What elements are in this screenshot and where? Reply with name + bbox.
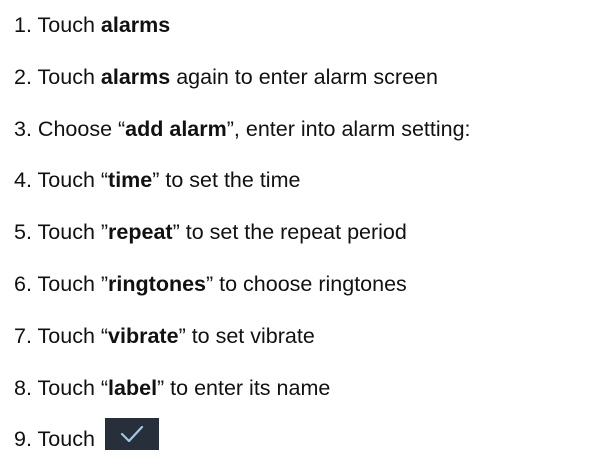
step-text-tail: ” to choose ringtones [206, 271, 407, 296]
step-text: Touch [37, 13, 101, 37]
step-text-tail: ” to set the repeat period [172, 220, 407, 245]
step-number: 4. [14, 168, 32, 193]
step-number: 3. [14, 116, 32, 141]
step-keyword: alarms [100, 13, 171, 37]
step-text-tail: ” to set vibrate [178, 323, 315, 348]
step-keyword: label [108, 375, 158, 400]
step-9: 9. Touch [14, 414, 604, 466]
step-text: Touch [37, 64, 101, 89]
step-number: 6. [14, 271, 32, 296]
step-4: 4. Touch “time” to set the time [14, 155, 604, 207]
step-number: 1. [14, 13, 32, 37]
step-number: 9. [14, 427, 32, 452]
step-1: 1. Touch alarms [14, 0, 604, 52]
step-text: Touch “ [37, 375, 109, 400]
checkmark-icon [104, 418, 159, 451]
step-number: 8. [14, 375, 32, 400]
step-text-tail: again to enter alarm screen [170, 64, 438, 89]
step-keyword: repeat [108, 220, 173, 245]
step-keyword: ringtones [108, 271, 206, 296]
instruction-list: 1. Touch alarms 2. Touch alarms again to… [14, 0, 604, 466]
step-text: Choose “ [37, 116, 126, 141]
step-6: 6. Touch ”ringtones” to choose ringtones [14, 259, 604, 311]
step-3: 3. Choose “add alarm”, enter into alarm … [14, 104, 604, 156]
step-number: 5. [14, 220, 32, 245]
step-7: 7. Touch “vibrate” to set vibrate [14, 311, 604, 363]
step-8: 8. Touch “label” to enter its name [14, 363, 604, 415]
step-text-tail: ”, enter into alarm setting: [226, 116, 471, 141]
step-keyword: vibrate [108, 323, 179, 348]
step-text: Touch ” [37, 271, 109, 296]
step-text: Touch “ [37, 323, 109, 348]
step-text: Touch [37, 427, 101, 452]
step-keyword: time [108, 168, 153, 193]
step-number: 2. [14, 64, 32, 89]
step-2: 2. Touch alarms again to enter alarm scr… [14, 52, 604, 104]
step-keyword: alarms [100, 64, 171, 89]
step-text: Touch “ [37, 168, 109, 193]
step-text: Touch ” [37, 220, 109, 245]
step-text-tail: ” to enter its name [157, 375, 331, 400]
checkmark-glyph [120, 426, 143, 443]
step-5: 5. Touch ”repeat” to set the repeat peri… [14, 207, 604, 259]
step-number: 7. [14, 323, 32, 348]
step-keyword: add alarm [125, 116, 227, 141]
step-text-tail: ” to set the time [152, 168, 301, 193]
